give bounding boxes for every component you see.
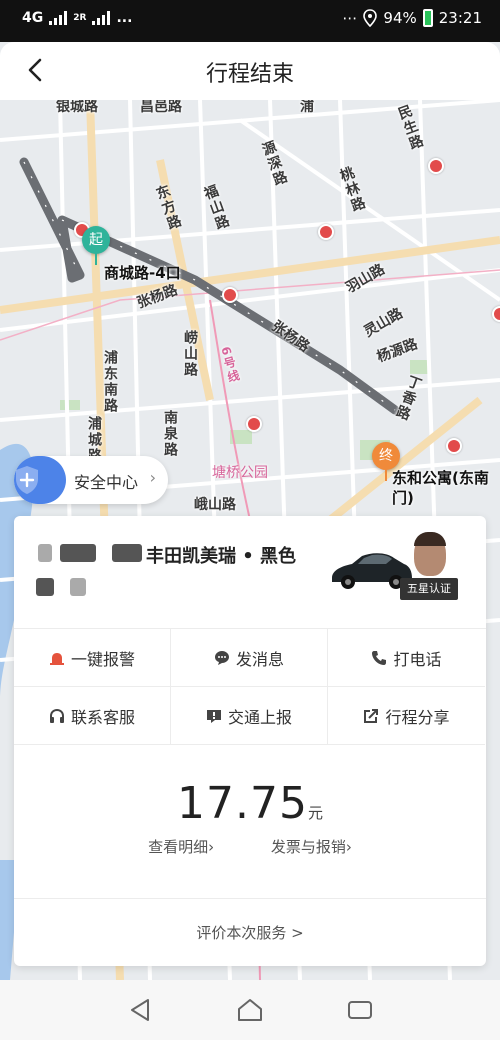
safety-center-button[interactable]: 安全中心 › (14, 456, 168, 504)
more-icon: ⋯ (342, 9, 358, 27)
road-label: 浦东南路 (102, 350, 118, 414)
system-nav-bar (0, 980, 500, 1040)
call-button[interactable]: 打电话 (328, 629, 485, 687)
share-trip-button[interactable]: 行程分享 (328, 687, 485, 745)
top-bar: 行程结束 (0, 42, 500, 100)
shield-icon (14, 456, 66, 504)
send-message-button[interactable]: 发消息 (171, 629, 328, 687)
safety-center-label: 安全中心 (74, 473, 139, 492)
license-plate-redacted (38, 544, 142, 562)
customer-service-button[interactable]: 联系客服 (14, 687, 171, 745)
invoice-link[interactable]: 发票与报销› (271, 838, 352, 856)
report-icon (206, 709, 221, 723)
park-label: 塘桥公园 (212, 465, 268, 481)
page-title: 行程结束 (205, 62, 294, 87)
road-label: 峨山路 (194, 497, 236, 513)
road-label: 崂山路 (182, 330, 198, 378)
road-label: 昌邑路 (140, 100, 182, 115)
battery-percent: 94% (383, 9, 417, 27)
clock: 23:21 (438, 9, 482, 27)
fare-amount: 17.75 (177, 778, 308, 829)
battery-icon (422, 9, 433, 27)
recents-nav-icon[interactable] (346, 996, 374, 1024)
action-label: 行程分享 (385, 707, 450, 727)
sim2-label: 2R (73, 13, 87, 23)
fare-total: 17.75元 (14, 778, 486, 829)
metro-station-icon (428, 158, 444, 174)
chevron-right-icon: › (208, 838, 215, 856)
metro-station-icon (246, 416, 262, 432)
road-label: 南泉路 (162, 410, 178, 458)
network-type: 4G (22, 10, 44, 26)
phone-icon (372, 650, 387, 665)
car-description: 丰田凯美瑞 • 黑色 (146, 546, 297, 567)
metro-station-icon (318, 224, 334, 240)
trip-card: 丰田凯美瑞 • 黑色 五星认证 一键报警 发消息 打电话 联系客服 交通上报 行… (14, 516, 486, 966)
fare-detail-link[interactable]: 查看明细› (148, 838, 214, 856)
action-label: 联系客服 (70, 707, 135, 727)
driver-avatar[interactable]: 五星认证 (400, 532, 458, 602)
alarm-icon (49, 652, 64, 665)
fare-currency: 元 (307, 804, 323, 822)
road-label: 浦 (300, 100, 314, 115)
home-nav-icon[interactable] (236, 996, 264, 1024)
traffic-report-button[interactable]: 交通上报 (171, 687, 328, 745)
status-bar: 4G 2R ... ⋯ 94% 23:21 (0, 0, 500, 42)
headset-icon (49, 708, 64, 723)
action-label: 一键报警 (70, 649, 135, 669)
road-label: 银城路 (56, 100, 98, 115)
start-location-label: 商城路-4口 (104, 264, 181, 282)
end-marker: 终 (372, 442, 400, 481)
action-label: 打电话 (393, 649, 442, 669)
driver-badge: 五星认证 (400, 578, 458, 600)
action-label: 发消息 (235, 649, 284, 669)
back-nav-icon[interactable] (126, 996, 154, 1024)
action-grid: 一键报警 发消息 打电话 联系客服 交通上报 行程分享 (14, 628, 486, 746)
signal-icon (49, 11, 68, 25)
signal2-icon (92, 11, 111, 25)
status-dots: ... (116, 10, 133, 26)
location-icon (363, 9, 378, 27)
emergency-alarm-button[interactable]: 一键报警 (14, 629, 171, 687)
driver-photo-redacted (414, 532, 446, 576)
metro-station-icon (446, 438, 462, 454)
fare-links: 查看明细› 发票与报销› (14, 836, 486, 857)
message-icon (214, 650, 229, 665)
action-label: 交通上报 (227, 707, 292, 727)
start-marker: 起 (82, 226, 110, 265)
share-icon (364, 708, 379, 723)
green-area (60, 400, 80, 410)
end-location-label: 东和公寓(东南门) (392, 469, 489, 507)
chevron-right-icon: › (149, 468, 156, 487)
metro-station-icon (222, 287, 238, 303)
driver-info-redacted (36, 578, 86, 596)
chevron-right-icon: › (345, 838, 352, 856)
rate-service-link[interactable]: 评价本次服务 > (14, 922, 486, 943)
divider (14, 898, 486, 899)
